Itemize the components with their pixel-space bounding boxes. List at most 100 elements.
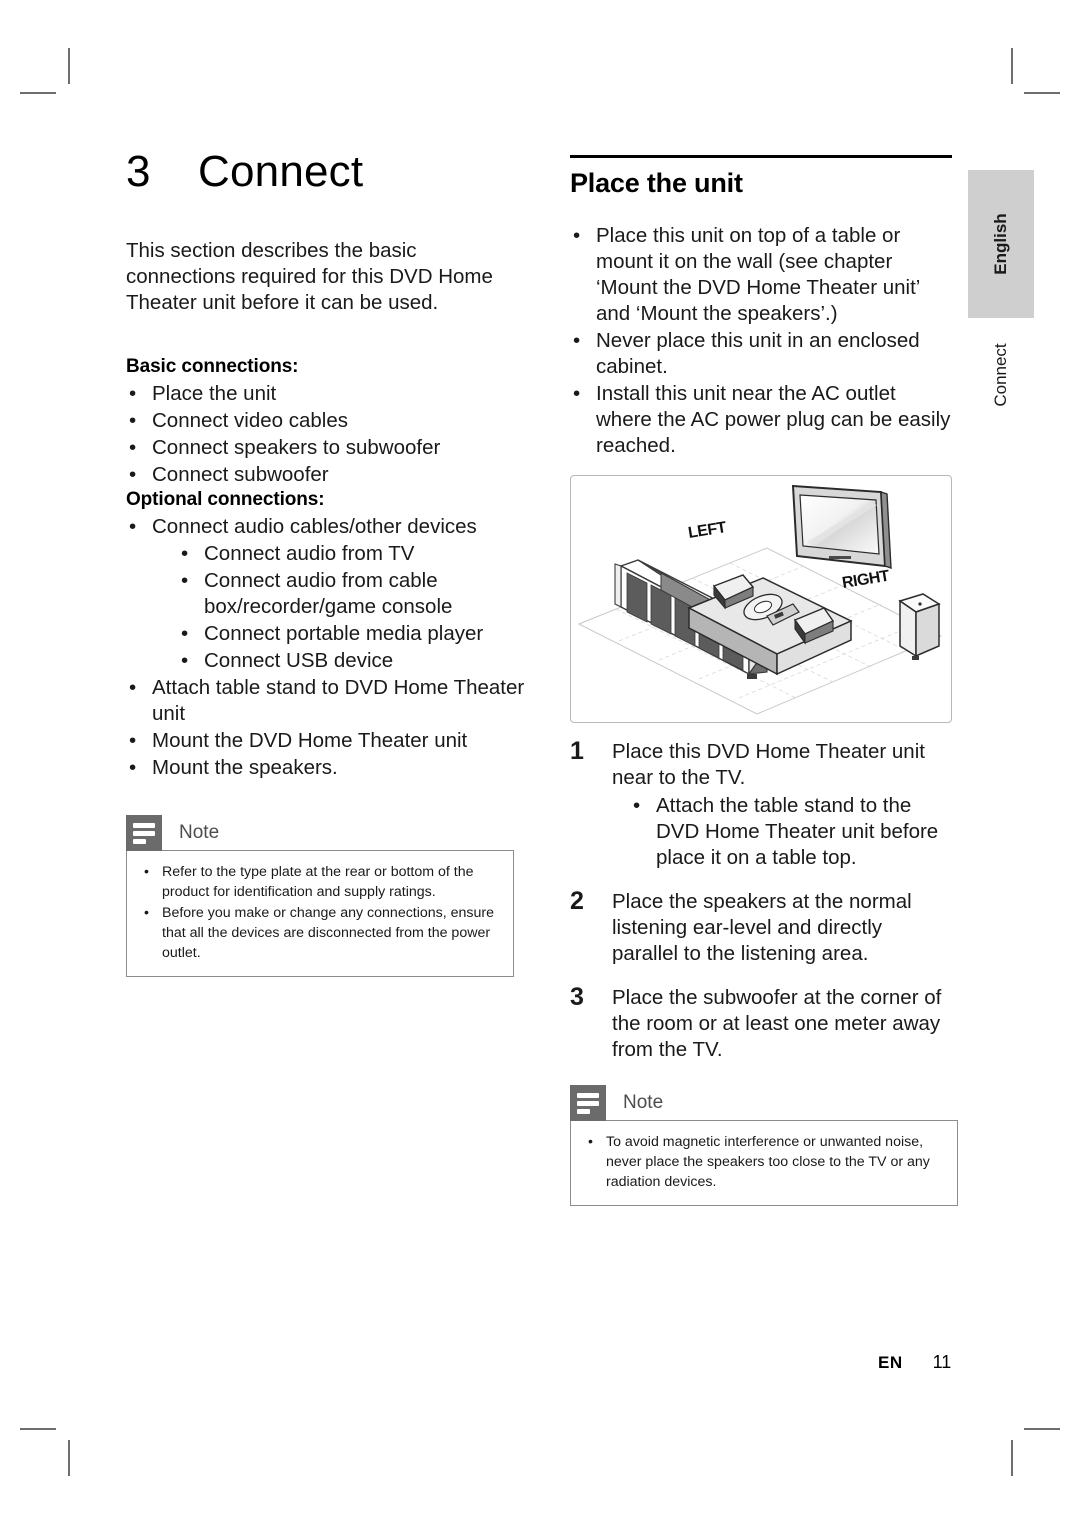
note-box-left: Note • Refer to the type plate at the rea… — [126, 815, 514, 977]
step-number: 1 — [570, 737, 584, 765]
list-item-label: Mount the DVD Home Theater unit — [152, 729, 468, 752]
list-item-label: Connect speakers to subwoofer — [152, 436, 441, 459]
bullet-glyph: • — [144, 905, 149, 921]
note-header: Note — [570, 1085, 958, 1121]
page-number: 11 — [932, 1352, 952, 1372]
list-item-label: To avoid magnetic interference or unwant… — [606, 1134, 930, 1190]
list-item: • Attach the table stand to the DVD Home … — [630, 793, 952, 871]
crop-mark-bottom-right-vertical — [1011, 1440, 1013, 1476]
crop-mark-top-left-vertical — [68, 48, 70, 84]
list-item-label: Connect subwoofer — [152, 463, 329, 486]
list-item: • Refer to the type plate at the rear or … — [141, 862, 499, 902]
bullet-glyph: • — [588, 1134, 593, 1150]
room-placement-diagram: LEFT RIGHT — [570, 475, 952, 723]
chapter-title: Connect — [198, 147, 364, 196]
crop-mark-top-right-horizontal — [1024, 92, 1060, 94]
bullet-glyph: • — [129, 463, 137, 486]
side-tab-language-label: English — [991, 213, 1010, 275]
bullet-glyph: • — [633, 794, 641, 817]
note-list: • To avoid magnetic interference or unwan… — [585, 1132, 943, 1192]
note-body: • Refer to the type plate at the rear or … — [126, 850, 514, 977]
note-lines-icon — [570, 1085, 606, 1121]
optional-connections-heading: Optional connections: — [126, 489, 325, 510]
step-text: Place this DVD Home Theater unit near to… — [612, 740, 925, 789]
list-item-label: Connect audio from cable box/recorder/ga… — [204, 569, 453, 618]
place-unit-bullets: • Place this unit on top of a table or mo… — [570, 223, 952, 459]
crop-mark-top-left-horizontal — [20, 92, 56, 94]
side-tab-language: English — [968, 170, 1034, 318]
optional-connections-list: • Connect audio cables/other devices — [126, 514, 526, 540]
bullet-glyph: • — [129, 409, 137, 432]
side-tab-chapter: Connect — [968, 330, 1034, 420]
bullet-glyph: • — [181, 569, 189, 592]
list-item: • Attach table stand to DVD Home Theater … — [126, 675, 526, 727]
bullet-glyph: • — [181, 542, 189, 565]
optional-connections-list-tail: • Attach table stand to DVD Home Theater … — [126, 675, 526, 781]
step-item: 3 Place the subwoofer at the corner of t… — [570, 983, 952, 1063]
bullet-glyph: • — [129, 729, 137, 752]
bullet-glyph: • — [573, 329, 581, 352]
section-rule — [570, 155, 952, 158]
page-title: Place the unit — [570, 168, 743, 198]
side-tab-chapter-label: Connect — [991, 343, 1010, 407]
chapter-number: 3 — [126, 147, 151, 196]
list-item-label: Connect portable media player — [204, 622, 484, 645]
step-number: 2 — [570, 887, 584, 915]
basic-connections-heading: Basic connections: — [126, 356, 299, 377]
list-item: • To avoid magnetic interference or unwan… — [585, 1132, 943, 1192]
svg-text:LEFT: LEFT — [687, 519, 728, 542]
bullet-glyph: • — [129, 436, 137, 459]
list-item: • Connect audio from cable box/recorder/g… — [178, 568, 526, 620]
chapter-heading: 3 Connect — [126, 150, 526, 194]
footer-language-code: EN — [878, 1353, 903, 1372]
optional-connections-sublist: • Connect audio from TV • Connect audio fr… — [178, 541, 526, 674]
intro-paragraph: This section describes the basic connect… — [126, 239, 493, 314]
step-text: Place the subwoofer at the corner of the… — [612, 986, 942, 1061]
list-item: • Connect speakers to subwoofer — [126, 435, 526, 461]
list-item: • Before you make or change any connectio… — [141, 903, 499, 963]
crop-mark-top-right-vertical — [1011, 48, 1013, 84]
note-title: Note — [623, 1092, 664, 1113]
list-item-label: Mount the speakers. — [152, 756, 338, 779]
list-item-label: Connect audio cables/other devices — [152, 515, 477, 538]
list-item-label: Place this unit on top of a table or mou… — [596, 224, 920, 325]
list-item: • Connect subwoofer — [126, 462, 526, 488]
step-sublist: • Attach the table stand to the DVD Home … — [630, 793, 952, 871]
list-item: • Never place this unit in an enclosed ca… — [570, 328, 952, 380]
list-item-label: Connect video cables — [152, 409, 349, 432]
list-item: • Install this unit near the AC outlet wh… — [570, 381, 952, 459]
note-list: • Refer to the type plate at the rear or … — [141, 862, 499, 963]
bullet-glyph: • — [129, 756, 137, 779]
list-item-label: Connect USB device — [204, 649, 394, 672]
list-item-label: Install this unit near the AC outlet whe… — [596, 382, 951, 457]
page-footer: EN 11 — [878, 1352, 951, 1373]
note-body: • To avoid magnetic interference or unwan… — [570, 1120, 958, 1206]
list-item: • Connect portable media player — [178, 621, 526, 647]
bullet-glyph: • — [573, 382, 581, 405]
bullet-glyph: • — [181, 622, 189, 645]
list-item: • Place the unit — [126, 381, 526, 407]
note-header: Note — [126, 815, 514, 851]
crop-mark-bottom-left-horizontal — [20, 1428, 56, 1430]
list-item-label: Never place this unit in an enclosed cab… — [596, 329, 920, 378]
page-canvas: 3 Connect This section describes the bas… — [0, 0, 1080, 1524]
step-item: 2 Place the speakers at the normal liste… — [570, 887, 952, 967]
list-item-label: Attach the table stand to the DVD Home T… — [656, 794, 939, 869]
svg-text:RIGHT: RIGHT — [841, 568, 891, 592]
step-text: Place the speakers at the normal listeni… — [612, 890, 912, 965]
list-item: • Connect audio from TV — [178, 541, 526, 567]
list-item-label: Place the unit — [152, 382, 277, 405]
list-item: • Place this unit on top of a table or mo… — [570, 223, 952, 327]
step-item: 1 Place this DVD Home Theater unit near … — [570, 737, 952, 871]
basic-connections-list: • Place the unit • Connect video cables • C… — [126, 381, 526, 488]
bullet-glyph: • — [129, 515, 137, 538]
left-column: 3 Connect This section describes the bas… — [126, 150, 526, 977]
bullet-glyph: • — [181, 649, 189, 672]
placement-steps: 1 Place this DVD Home Theater unit near … — [570, 737, 952, 1063]
right-column: Place the unit • Place this unit on top o… — [570, 155, 958, 1206]
list-item: • Mount the DVD Home Theater unit — [126, 728, 526, 754]
list-item-label: Attach table stand to DVD Home Theater u… — [152, 676, 525, 725]
list-item: • Mount the speakers. — [126, 755, 526, 781]
list-item-label: Before you make or change any connection… — [162, 905, 495, 961]
list-item: • Connect video cables — [126, 408, 526, 434]
